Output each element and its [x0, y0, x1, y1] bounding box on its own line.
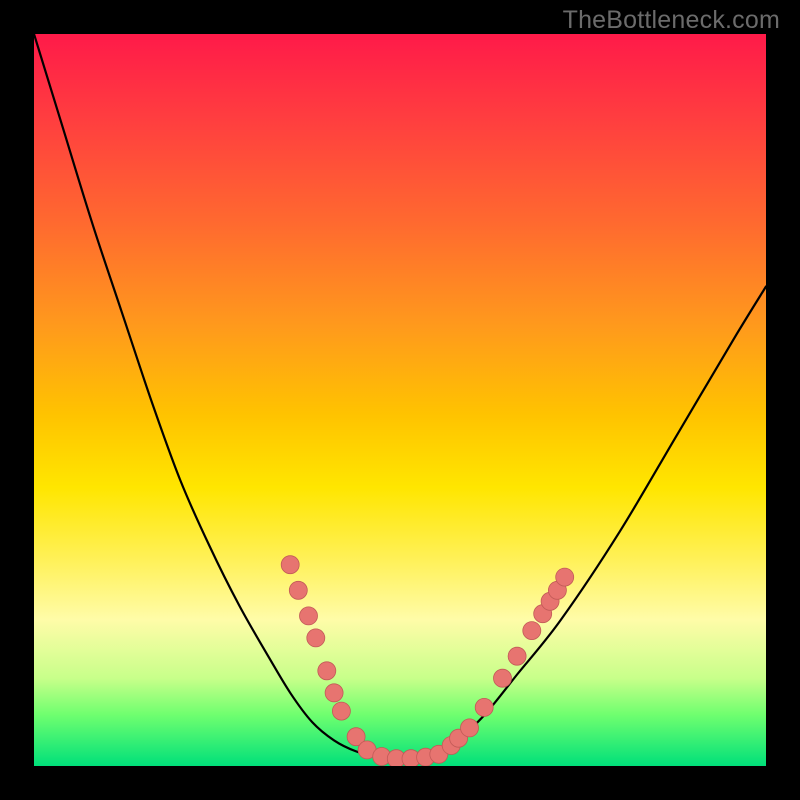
marker-dot [281, 556, 299, 574]
marker-dot [494, 669, 512, 687]
marker-dot [307, 629, 325, 647]
chart-frame: TheBottleneck.com [0, 0, 800, 800]
marker-dot [556, 568, 574, 586]
marker-dot [289, 581, 307, 599]
watermark-text: TheBottleneck.com [563, 6, 780, 35]
curve-line [34, 34, 766, 759]
marker-dot [325, 684, 343, 702]
chart-svg [34, 34, 766, 766]
marker-dot [508, 647, 526, 665]
marker-dot [300, 607, 318, 625]
marker-dot [475, 698, 493, 716]
marker-dot [318, 662, 336, 680]
marker-dot [332, 702, 350, 720]
marker-dot [523, 622, 541, 640]
chart-plot-area [34, 34, 766, 766]
marker-dot [461, 719, 479, 737]
